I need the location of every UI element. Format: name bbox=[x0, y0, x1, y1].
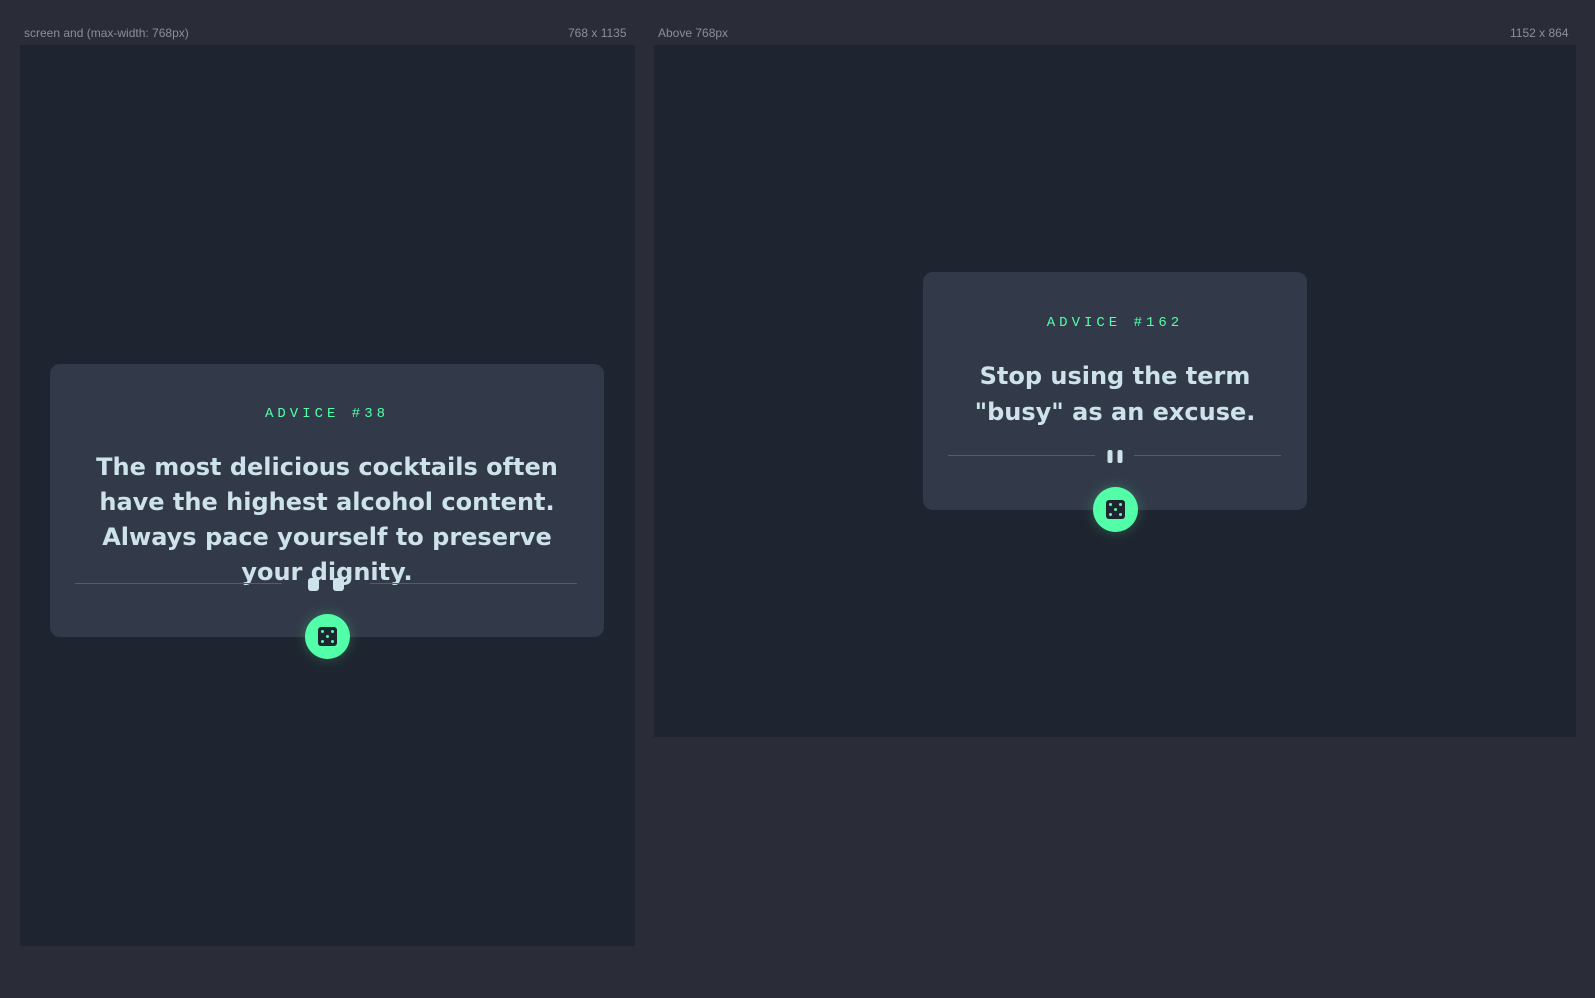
mobile-size-label: 768 x 1135 bbox=[568, 26, 627, 40]
divider-line-right bbox=[1134, 455, 1281, 456]
advice-id: ADVICE #162 bbox=[1046, 315, 1184, 331]
advice-card: ADVICE #38 The most delicious cocktails … bbox=[50, 364, 604, 659]
divider-line-right bbox=[370, 583, 577, 584]
desktop-media-label: Above 768px bbox=[658, 26, 729, 40]
pattern-divider bbox=[948, 446, 1281, 466]
new-advice-button[interactable] bbox=[1093, 487, 1138, 532]
advice-card: ADVICE #162 Stop using the term "busy" a… bbox=[923, 272, 1307, 532]
dice-icon bbox=[318, 627, 337, 646]
pause-bar bbox=[1117, 449, 1122, 463]
advice-text: Stop using the term "busy" as an excuse. bbox=[974, 362, 1256, 426]
pause-bar bbox=[333, 577, 344, 591]
pause-icon bbox=[308, 576, 344, 592]
dice-icon bbox=[1106, 500, 1125, 519]
divider-line-left bbox=[75, 583, 282, 584]
mobile-preview-frame: ADVICE #38 The most delicious cocktails … bbox=[20, 45, 635, 946]
pattern-divider bbox=[75, 574, 577, 594]
pause-bar bbox=[308, 577, 319, 591]
divider-line-left bbox=[948, 455, 1095, 456]
desktop-size-label: 1152 x 864 bbox=[1510, 26, 1569, 40]
mobile-media-label: screen and (max-width: 768px) bbox=[24, 26, 189, 40]
pause-bar bbox=[1107, 449, 1112, 463]
advice-id: ADVICE #38 bbox=[264, 406, 389, 422]
pause-icon bbox=[1107, 448, 1122, 464]
advice-text: The most delicious cocktails often have … bbox=[96, 453, 558, 586]
new-advice-button[interactable] bbox=[305, 614, 350, 659]
desktop-preview-frame: ADVICE #162 Stop using the term "busy" a… bbox=[654, 45, 1576, 737]
